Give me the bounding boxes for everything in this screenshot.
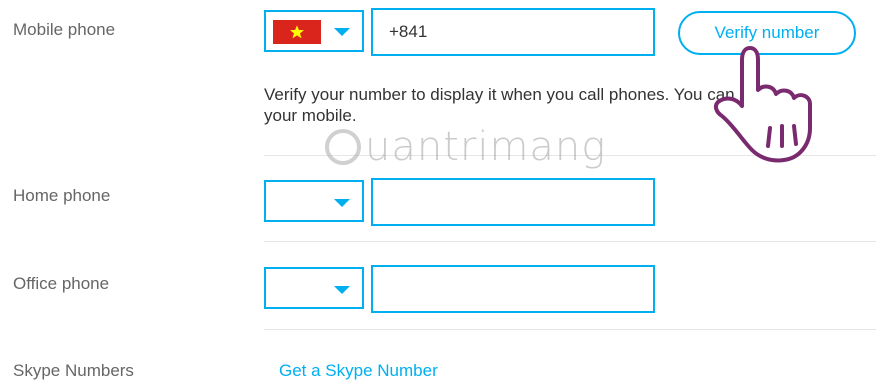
home-phone-label: Home phone bbox=[13, 186, 111, 205]
help-text-line-2: your mobile. bbox=[264, 106, 357, 125]
verify-number-button[interactable]: Verify number bbox=[678, 11, 856, 55]
divider bbox=[264, 241, 876, 242]
chevron-down-icon bbox=[334, 28, 350, 36]
vietnam-flag-icon bbox=[273, 20, 321, 44]
watermark-text: uantrimang bbox=[365, 124, 607, 170]
verify-help-text: Verify your number to display it when yo… bbox=[264, 84, 876, 126]
watermark-logo-icon bbox=[325, 129, 361, 165]
office-phone-input[interactable] bbox=[371, 265, 655, 313]
mobile-country-select[interactable] bbox=[264, 10, 364, 52]
skype-numbers-label: Skype Numbers bbox=[13, 361, 134, 380]
mobile-phone-label: Mobile phone bbox=[13, 20, 116, 39]
divider bbox=[264, 329, 876, 330]
divider bbox=[264, 155, 876, 156]
office-phone-label: Office phone bbox=[13, 274, 110, 293]
chevron-down-icon bbox=[334, 286, 350, 294]
watermark: uantrimang bbox=[325, 124, 606, 170]
mobile-phone-input[interactable] bbox=[371, 8, 655, 56]
get-skype-number-link[interactable]: Get a Skype Number bbox=[279, 361, 438, 381]
office-country-select[interactable] bbox=[264, 267, 364, 309]
home-country-select[interactable] bbox=[264, 180, 364, 222]
help-text-line-1: Verify your number to display it when yo… bbox=[264, 85, 781, 104]
home-phone-input[interactable] bbox=[371, 178, 655, 226]
chevron-down-icon bbox=[334, 199, 350, 207]
